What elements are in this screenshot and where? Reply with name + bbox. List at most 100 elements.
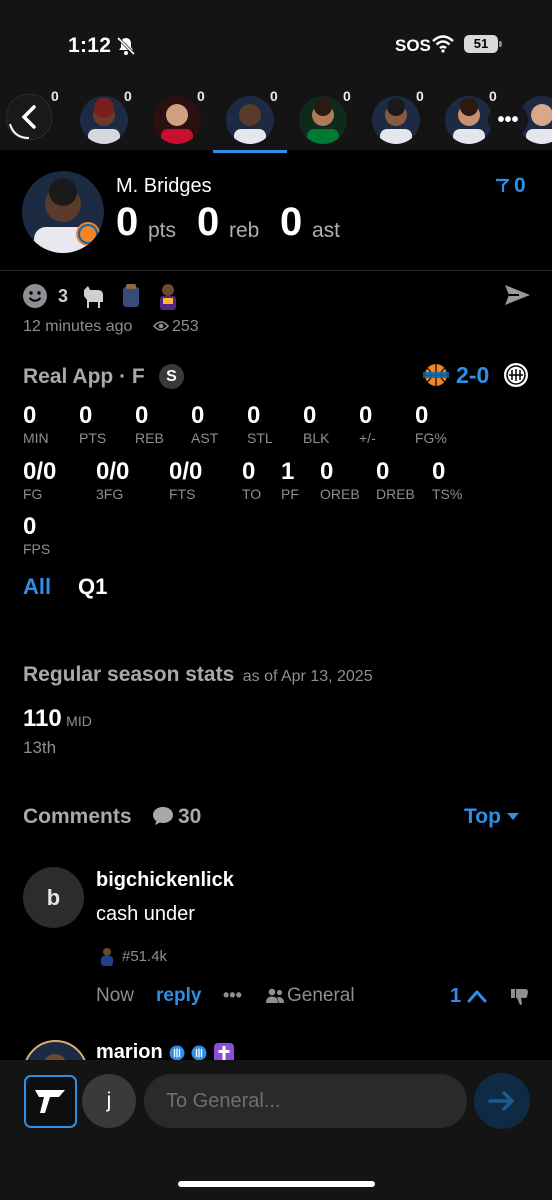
badge-icon-2 (191, 1045, 207, 1060)
thumbs-down-icon[interactable] (510, 988, 530, 1006)
stat-plusminus-label: +/- (359, 430, 376, 446)
stat-pf-value: 1 (281, 458, 295, 485)
stat-fg-label: FG (23, 486, 43, 502)
ast-unit: ast (312, 219, 341, 242)
player-avatar-6[interactable] (445, 96, 493, 144)
comment-tag: #51.4k (122, 948, 168, 965)
stat-fgpct-value: 0 (415, 402, 429, 429)
real-app-logo-icon (35, 1090, 65, 1113)
chevron-left-icon (6, 94, 52, 140)
stat-pf-label: PF (281, 486, 299, 502)
filter-button[interactable]: 0 (494, 174, 526, 198)
stat-ast-label: AST (191, 430, 219, 446)
view-count: 253 (172, 318, 199, 335)
header-divider (0, 270, 552, 271)
comment-time: Now (96, 985, 135, 1006)
stat-ts-value: 0 (432, 458, 446, 485)
comment-bubble-icon (153, 807, 173, 825)
more-players-button[interactable]: ••• (488, 102, 528, 138)
composer-avatar[interactable]: j (82, 1074, 136, 1128)
comment-avatar[interactable]: b (23, 867, 84, 928)
player-avatar-1[interactable] (80, 96, 128, 144)
player-count-7: 0 (489, 88, 497, 104)
stat-fts-value: 0/0 (169, 458, 203, 485)
smiley-reaction-icon[interactable] (22, 283, 48, 309)
stat-ts-label: TS% (432, 486, 463, 502)
stat-fts-label: FTS (169, 486, 196, 502)
status-time: 1:12 (68, 34, 112, 57)
player-avatar-3-selected[interactable] (226, 96, 274, 144)
app-logo-button[interactable] (24, 1075, 77, 1128)
stat-blk-value: 0 (303, 402, 317, 429)
comment-input-field[interactable]: To General... (144, 1074, 467, 1128)
sort-dropdown[interactable]: Top (464, 805, 519, 829)
comments-title: Comments (23, 805, 132, 828)
stat-stl-label: STL (247, 430, 273, 446)
jersey-reaction-icon[interactable] (118, 282, 144, 310)
player-avatar-4[interactable] (299, 96, 347, 144)
period-tab-q1[interactable]: Q1 (78, 574, 107, 600)
stat-dreb-value: 0 (376, 458, 390, 485)
season-value-row: 110 MID (23, 705, 92, 733)
send-button[interactable] (474, 1073, 530, 1129)
upvote-icon[interactable] (467, 989, 487, 1003)
badge-icon-1 (169, 1045, 185, 1060)
player-count-3: 0 (197, 88, 205, 104)
stat-oreb: 0 OREB (320, 458, 360, 502)
season-value: 110 (23, 705, 62, 732)
stat-fg-value: 0/0 (23, 458, 57, 485)
like-count: 1 (450, 985, 462, 1007)
comment-input-placeholder: To General... (166, 1090, 281, 1112)
back-button[interactable] (6, 94, 52, 140)
home-indicator (178, 1181, 375, 1187)
player-count-6: 0 (416, 88, 424, 104)
status-sos: SOS (395, 36, 431, 55)
player-reaction-icon[interactable] (154, 282, 182, 310)
stat-fps-value: 0 (23, 513, 37, 540)
stat-reb-value: 0 (135, 402, 149, 429)
silent-bell-icon (116, 36, 136, 56)
stat-fgpct-label: FG% (415, 430, 447, 446)
reply-button[interactable]: reply (156, 985, 201, 1007)
stat-plusminus: 0 +/- (359, 402, 376, 446)
player-name: M. Bridges (116, 175, 212, 197)
nets-logo-icon (504, 363, 528, 387)
stat-pts: 0 PTS (79, 402, 106, 446)
stat-oreb-value: 0 (320, 458, 334, 485)
reb-value: 0 (197, 200, 220, 244)
season-header: Regular season stats as of Apr 13, 2025 (23, 663, 373, 687)
stat-to-value: 0 (242, 458, 256, 485)
stat-to: 0 TO (242, 458, 261, 502)
share-send-icon[interactable] (504, 283, 531, 307)
battery-indicator: 51 (464, 35, 502, 53)
ast-value: 0 (280, 200, 303, 244)
stat-min: 0 MIN (23, 402, 49, 446)
stat-3fg-label: 3FG (96, 486, 124, 502)
stat-pts-value: 0 (79, 402, 93, 429)
stat-pts-label: PTS (79, 430, 107, 446)
stat-fg: 0/0 FG (23, 458, 56, 502)
player-avatar-5[interactable] (372, 96, 420, 144)
season-value-label: MID (66, 713, 92, 729)
caret-down-icon (506, 813, 519, 820)
stat-min-value: 0 (23, 402, 37, 429)
stat-ts: 0 TS% (432, 458, 462, 502)
season-rank: 13th (23, 738, 57, 757)
comment-username[interactable]: bigchickenlick (96, 869, 234, 892)
stat-3fg: 0/0 3FG (96, 458, 129, 502)
comments-count: 30 (178, 805, 202, 828)
reactions-row: 3 (22, 282, 182, 310)
comment-channel[interactable]: General (287, 985, 355, 1007)
post-time: 12 minutes ago (23, 318, 133, 335)
period-tab-all[interactable]: All (23, 574, 51, 600)
stat-blk: 0 BLK (303, 402, 329, 446)
knicks-logo-icon (423, 364, 449, 386)
player-count-5: 0 (343, 88, 351, 104)
comment-more-button[interactable]: ••• (223, 985, 242, 1006)
game-score: 2-0 (456, 362, 490, 388)
stat-pf: 1 PF (281, 458, 299, 502)
season-title: Regular season stats (23, 663, 235, 686)
player-avatar-2[interactable] (153, 96, 201, 144)
stat-fgpct: 0 FG% (415, 402, 447, 446)
goat-reaction-icon[interactable] (78, 282, 108, 310)
